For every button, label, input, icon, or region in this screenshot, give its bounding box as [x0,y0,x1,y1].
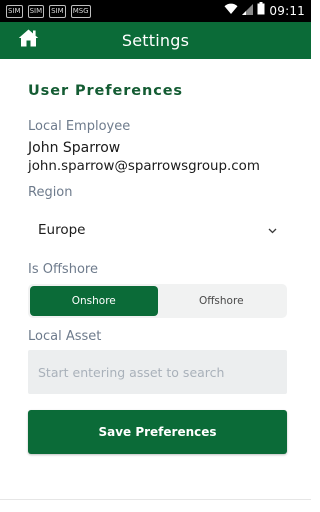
divider [0,499,311,500]
section-heading: User Preferences [28,83,183,99]
onshore-option[interactable]: Onshore [30,286,158,316]
asset-label: Local Asset [28,329,102,344]
chevron-down-icon [268,221,277,239]
region-value: Europe [38,222,86,238]
status-bar: SIM SIM SIM MSG 09:11 [0,0,311,22]
system-icons: 09:11 [224,2,305,20]
wifi-icon [224,2,238,20]
page-title: Settings [121,31,190,50]
sim-notification-icon: SIM [6,4,23,18]
sim-notification-icon: SIM [27,4,45,18]
home-icon [18,29,39,52]
employee-name: John Sparrow [28,140,121,156]
battery-icon [257,2,265,20]
employee-label: Local Employee [28,119,131,134]
notification-icons: SIM SIM SIM MSG [6,4,91,18]
settings-form: User Preferences Local Employee John Spa… [0,83,311,454]
offshore-label: Is Offshore [28,262,98,277]
region-select[interactable]: Europe [28,210,287,250]
offshore-option[interactable]: Offshore [158,286,286,316]
app-bar: Settings [0,22,311,59]
region-label: Region [28,185,73,200]
save-preferences-button[interactable]: Save Preferences [28,410,287,454]
message-notification-icon: MSG [70,4,91,18]
offshore-toggle: Onshore Offshore [28,284,287,318]
signal-icon [242,2,254,20]
clock: 09:11 [269,4,305,18]
home-button[interactable] [17,29,39,52]
asset-search-input[interactable] [28,350,287,394]
sim-notification-icon: SIM [49,4,66,18]
employee-email: john.sparrow@sparrowsgroup.com [28,159,260,174]
